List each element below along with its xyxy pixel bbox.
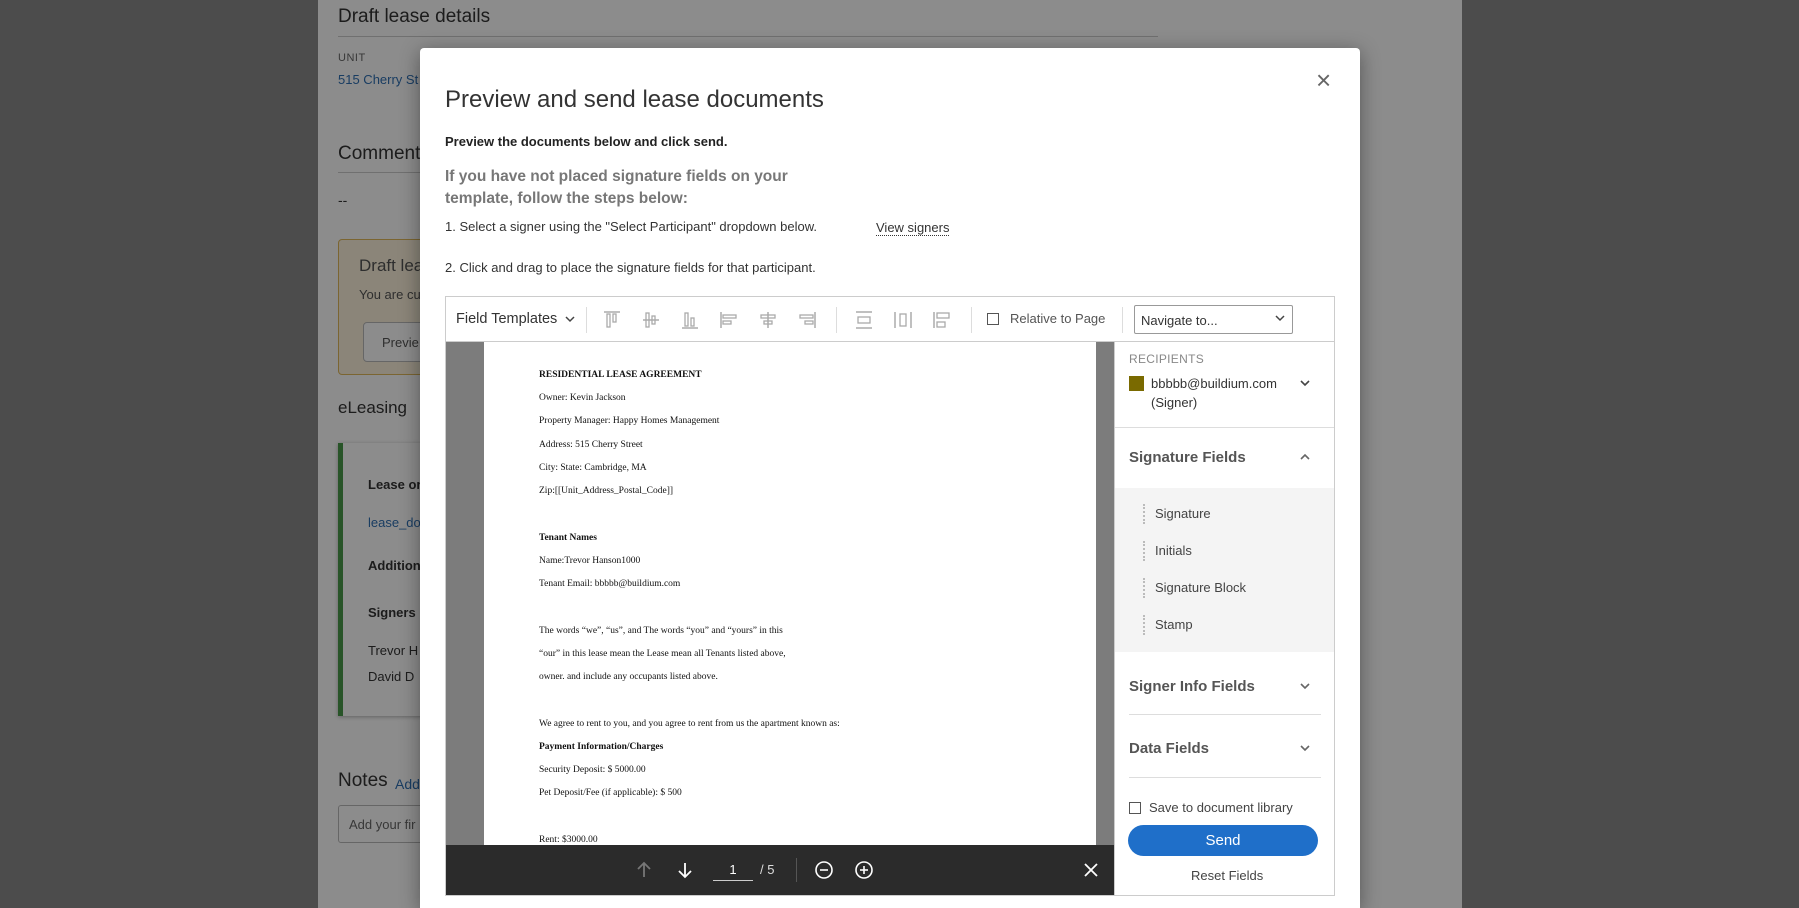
view-signers-link[interactable]: View signers	[876, 220, 950, 236]
send-button[interactable]: Send	[1128, 825, 1318, 856]
relative-to-page-label: Relative to Page	[1010, 311, 1106, 326]
distribute-vertical-icon[interactable]	[853, 309, 875, 331]
doc-line: Tenant Names	[539, 533, 597, 543]
close-icon[interactable]: ×	[1316, 66, 1331, 94]
doc-line: Zip:[[Unit_Address_Postal_Code]]	[539, 486, 674, 496]
modal-warning: If you have not placed signature fields …	[445, 168, 788, 207]
divider	[1115, 427, 1334, 428]
doc-line: Tenant Email: bbbbb@buildium.com	[539, 579, 681, 589]
match-size-icon[interactable]	[931, 309, 953, 331]
navigate-to-value: Navigate to...	[1141, 313, 1218, 328]
align-left-icon[interactable]	[718, 309, 740, 331]
doc-line: RESIDENTIAL LEASE AGREEMENT	[539, 370, 702, 380]
chevron-down-icon	[565, 316, 575, 322]
doc-line: Pet Deposit/Fee (if applicable): $ 500	[539, 788, 682, 798]
recipients-label: RECIPIENTS	[1129, 352, 1205, 366]
doc-line: Name:Trevor Hanson1000	[539, 556, 641, 566]
data-fields-header[interactable]: Data Fields	[1129, 740, 1209, 757]
signature-block-field-item[interactable]: Signature Block	[1143, 578, 1246, 598]
toolbar-separator	[586, 307, 587, 333]
toolbar-separator	[1122, 307, 1123, 333]
viewer-separator	[796, 858, 797, 882]
align-top-icon[interactable]	[601, 309, 623, 331]
toolbar-separator	[836, 307, 837, 333]
modal-intro: Preview the documents below and click se…	[445, 134, 728, 149]
doc-line: Property Manager: Happy Homes Management	[539, 416, 720, 426]
preview-send-modal: × Preview and send lease documents Previ…	[420, 48, 1360, 908]
zoom-in-icon[interactable]	[853, 859, 875, 881]
doc-line: Owner: Kevin Jackson	[539, 393, 626, 403]
chevron-down-icon[interactable]	[1299, 376, 1311, 394]
next-page-icon[interactable]	[674, 859, 696, 881]
recipient-name: bbbbb@buildium.com (Signer)	[1151, 376, 1277, 410]
document-preview-area[interactable]: RESIDENTIAL LEASE AGREEMENT Owner: Kevin…	[446, 342, 1114, 895]
signature-fields-header[interactable]: Signature Fields	[1129, 449, 1246, 466]
doc-line: owner. and include any occupants listed …	[539, 672, 718, 682]
instruction-step-1: 1. Select a signer using the "Select Par…	[445, 219, 818, 234]
doc-line: City: State: Cambridge, MA	[539, 463, 647, 473]
signature-fields-list: Signature Initials Signature Block Stamp	[1115, 488, 1334, 652]
instruction-step-2: 2. Click and drag to place the signature…	[445, 260, 816, 275]
reset-fields-link[interactable]: Reset Fields	[1191, 868, 1263, 883]
divider	[1129, 714, 1321, 715]
doc-line: Payment Information/Charges	[539, 742, 664, 752]
viewer-controls: / 5	[446, 845, 1114, 895]
save-to-library-checkbox[interactable]	[1129, 802, 1141, 814]
align-middle-icon[interactable]	[640, 309, 662, 331]
distribute-horizontal-icon[interactable]	[892, 309, 914, 331]
toolbar-separator	[971, 307, 972, 333]
navigate-to-select[interactable]: Navigate to...	[1134, 305, 1293, 334]
close-viewer-icon[interactable]	[1080, 859, 1102, 881]
field-templates-dropdown[interactable]: Field Templates	[456, 311, 575, 327]
document-editor: Field Templates Relative to Page Navigat…	[445, 296, 1335, 896]
zoom-out-icon[interactable]	[813, 859, 835, 881]
doc-line: We agree to rent to you, and you agree t…	[539, 719, 840, 729]
page-total: / 5	[760, 862, 775, 877]
document-page: RESIDENTIAL LEASE AGREEMENT Owner: Kevin…	[484, 342, 1096, 882]
chevron-down-icon	[1275, 315, 1285, 322]
stamp-field-item[interactable]: Stamp	[1143, 615, 1193, 635]
align-right-icon[interactable]	[796, 309, 818, 331]
signature-field-item[interactable]: Signature	[1143, 504, 1211, 524]
editor-toolbar: Field Templates Relative to Page Navigat…	[446, 297, 1334, 342]
align-center-icon[interactable]	[757, 309, 779, 331]
doc-line: Security Deposit: $ 5000.00	[539, 765, 646, 775]
chevron-down-icon[interactable]	[1299, 741, 1311, 759]
signer-info-fields-header[interactable]: Signer Info Fields	[1129, 678, 1255, 695]
modal-title: Preview and send lease documents	[445, 86, 824, 113]
page-number-input[interactable]	[713, 859, 753, 881]
divider	[1129, 777, 1321, 778]
save-to-library-label: Save to document library	[1149, 800, 1293, 815]
previous-page-icon[interactable]	[633, 859, 655, 881]
align-bottom-icon[interactable]	[679, 309, 701, 331]
doc-line: Address: 515 Cherry Street	[539, 440, 643, 450]
doc-line: The words “we”, “us”, and The words “you…	[539, 626, 783, 636]
doc-line: “our” in this lease mean the Lease mean …	[539, 649, 786, 659]
recipient-color-swatch	[1129, 376, 1144, 391]
chevron-down-icon[interactable]	[1299, 679, 1311, 697]
doc-line: Rent: $3000.00	[539, 835, 598, 845]
field-templates-label: Field Templates	[456, 311, 558, 327]
relative-to-page-checkbox[interactable]	[987, 313, 999, 325]
fields-panel: RECIPIENTS bbbbb@buildium.com (Signer) S…	[1114, 342, 1334, 895]
chevron-up-icon[interactable]	[1299, 450, 1311, 468]
initials-field-item[interactable]: Initials	[1143, 541, 1192, 561]
